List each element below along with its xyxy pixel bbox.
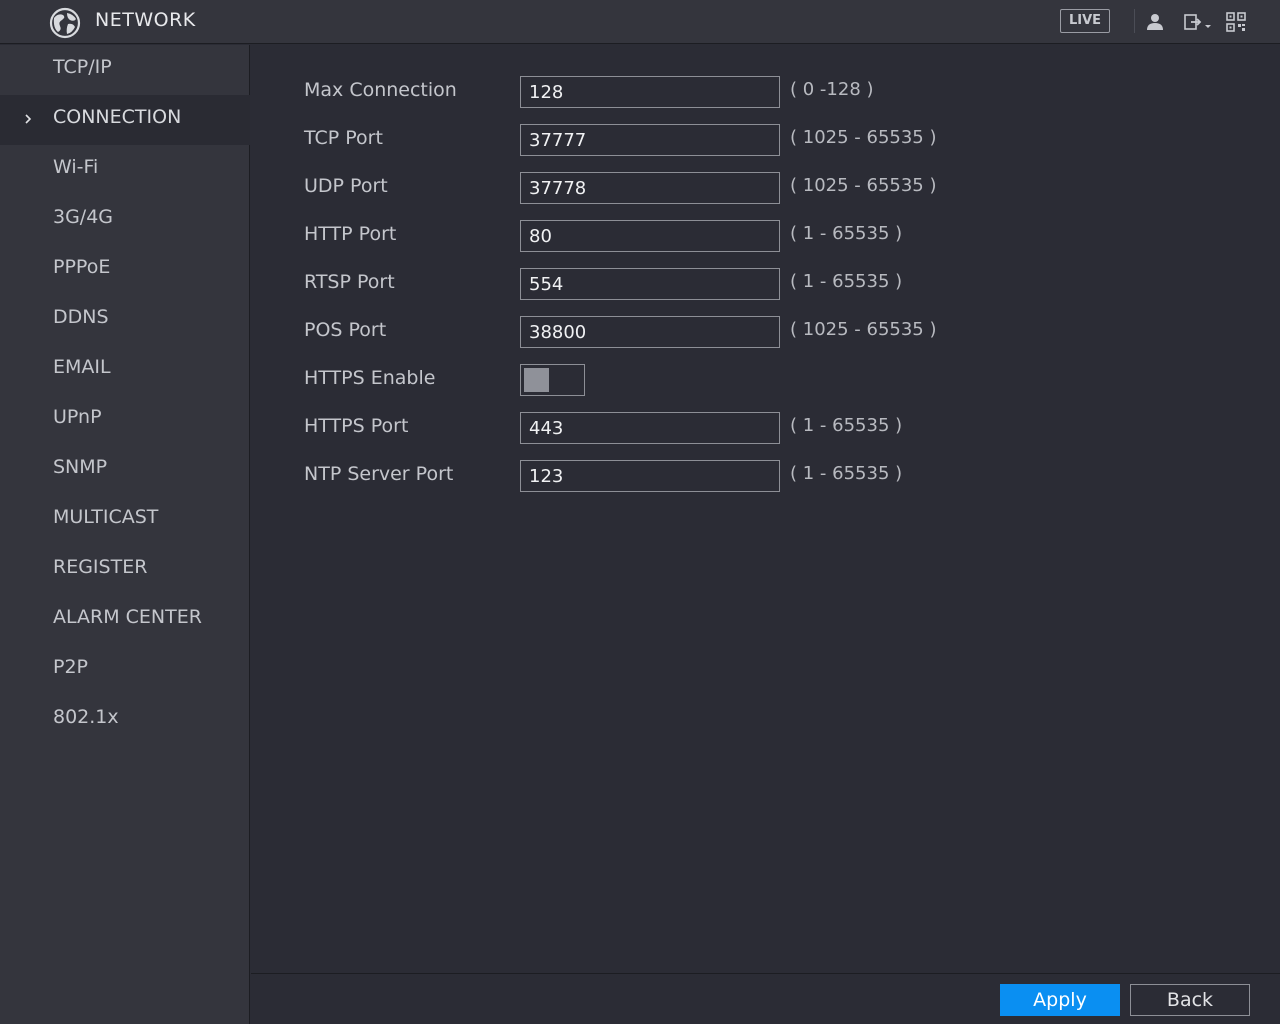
sidebar-item-label: TCP/IP xyxy=(53,56,112,78)
sidebar-item-label: PPPoE xyxy=(53,256,111,278)
sidebar-item-snmp[interactable]: SNMP xyxy=(0,445,250,495)
sidebar-item-label: Wi-Fi xyxy=(53,156,99,178)
ntp-server-port-label: NTP Server Port xyxy=(304,463,454,485)
sidebar-item-label: EMAIL xyxy=(53,356,111,378)
sidebar-item-label: 3G/4G xyxy=(53,206,114,228)
https-port-row: HTTPS Port ( 1 - 65535 ) xyxy=(304,412,1004,446)
udp-port-range: ( 1025 - 65535 ) xyxy=(790,175,937,196)
back-button[interactable]: Back xyxy=(1130,984,1250,1016)
https-port-label: HTTPS Port xyxy=(304,415,409,437)
sidebar-item-tcp-ip[interactable]: TCP/IP xyxy=(0,45,250,95)
sidebar-item-label: P2P xyxy=(53,656,89,678)
qr-code-icon[interactable] xyxy=(1225,11,1247,33)
rtsp-port-range: ( 1 - 65535 ) xyxy=(790,271,903,292)
ntp-server-port-range: ( 1 - 65535 ) xyxy=(790,463,903,484)
udp-port-label: UDP Port xyxy=(304,175,388,197)
max-connection-label: Max Connection xyxy=(304,79,457,101)
sidebar-item-connection[interactable]: CONNECTION xyxy=(0,95,250,145)
rtsp-port-row: RTSP Port ( 1 - 65535 ) xyxy=(304,268,1004,302)
ntp-server-port-input[interactable] xyxy=(520,460,780,492)
pos-port-input[interactable] xyxy=(520,316,780,348)
http-port-input[interactable] xyxy=(520,220,780,252)
tcp-port-row: TCP Port ( 1025 - 65535 ) xyxy=(304,124,1004,158)
live-button[interactable]: LIVE xyxy=(1060,9,1110,33)
pos-port-row: POS Port ( 1025 - 65535 ) xyxy=(304,316,1004,350)
page-title: NETWORK xyxy=(95,9,196,31)
chevron-right-icon xyxy=(25,114,32,124)
http-port-range: ( 1 - 65535 ) xyxy=(790,223,903,244)
pos-port-label: POS Port xyxy=(304,319,387,341)
tcp-port-label: TCP Port xyxy=(304,127,383,149)
ntp-server-port-row: NTP Server Port ( 1 - 65535 ) xyxy=(304,460,1004,494)
sidebar-item-label: 802.1x xyxy=(53,706,119,728)
network-globe-icon xyxy=(49,7,81,39)
max-connection-row: Max Connection ( 0 -128 ) xyxy=(304,76,1004,110)
sidebar-item-label: MULTICAST xyxy=(53,506,159,528)
tcp-port-range: ( 1025 - 65535 ) xyxy=(790,127,937,148)
sidebar-item-3g-4g[interactable]: 3G/4G xyxy=(0,195,250,245)
sidebar-item-pppoe[interactable]: PPPoE xyxy=(0,245,250,295)
udp-port-row: UDP Port ( 1025 - 65535 ) xyxy=(304,172,1004,206)
sidebar-item-label: SNMP xyxy=(53,456,108,478)
sidebar-item-upnp[interactable]: UPnP xyxy=(0,395,250,445)
header-divider xyxy=(1134,9,1135,33)
sidebar-item-email[interactable]: EMAIL xyxy=(0,345,250,395)
max-connection-input[interactable] xyxy=(520,76,780,108)
sidebar-item-label: DDNS xyxy=(53,306,109,328)
logout-icon[interactable] xyxy=(1183,11,1213,33)
http-port-row: HTTP Port ( 1 - 65535 ) xyxy=(304,220,1004,254)
rtsp-port-label: RTSP Port xyxy=(304,271,395,293)
rtsp-port-input[interactable] xyxy=(520,268,780,300)
https-enable-toggle[interactable] xyxy=(520,364,585,396)
https-enable-row: HTTPS Enable xyxy=(304,364,1004,398)
toggle-knob xyxy=(524,368,549,392)
max-connection-range: ( 0 -128 ) xyxy=(790,79,874,100)
sidebar-item-ddns[interactable]: DDNS xyxy=(0,295,250,345)
sidebar-item-802-1x[interactable]: 802.1x xyxy=(0,695,250,745)
pos-port-range: ( 1025 - 65535 ) xyxy=(790,319,937,340)
sidebar-item-label: CONNECTION xyxy=(53,106,182,128)
sidebar-item-label: UPnP xyxy=(53,406,102,428)
sidebar-item-register[interactable]: REGISTER xyxy=(0,545,250,595)
https-enable-label: HTTPS Enable xyxy=(304,367,436,389)
https-port-input[interactable] xyxy=(520,412,780,444)
sidebar-item-alarm-center[interactable]: ALARM CENTER xyxy=(0,595,250,645)
https-port-range: ( 1 - 65535 ) xyxy=(790,415,903,436)
apply-button[interactable]: Apply xyxy=(1000,984,1120,1016)
http-port-label: HTTP Port xyxy=(304,223,397,245)
footer-bar: Apply Back xyxy=(251,973,1280,1024)
udp-port-input[interactable] xyxy=(520,172,780,204)
tcp-port-input[interactable] xyxy=(520,124,780,156)
top-bar: NETWORK LIVE xyxy=(0,0,1280,44)
sidebar-item-label: REGISTER xyxy=(53,556,148,578)
sidebar-item-multicast[interactable]: MULTICAST xyxy=(0,495,250,545)
sidebar-nav: TCP/IP CONNECTION Wi-Fi 3G/4G PPPoE DDNS… xyxy=(0,45,250,1024)
sidebar-item-p2p[interactable]: P2P xyxy=(0,645,250,695)
user-icon[interactable] xyxy=(1144,11,1166,33)
sidebar-item-wifi[interactable]: Wi-Fi xyxy=(0,145,250,195)
sidebar-item-label: ALARM CENTER xyxy=(53,606,202,628)
